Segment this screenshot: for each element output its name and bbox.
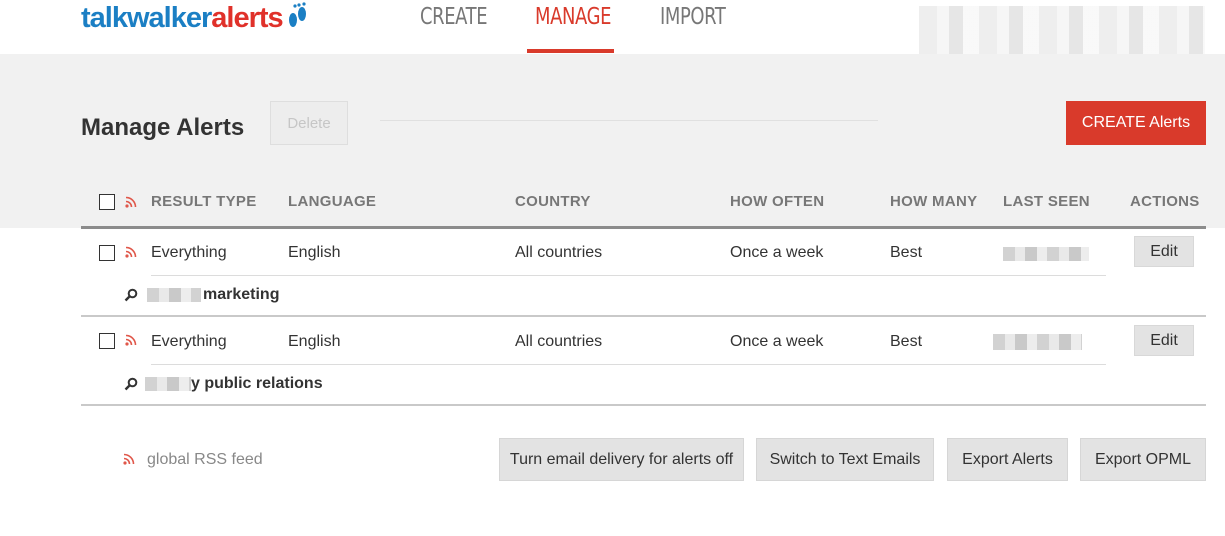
cell-how-often: Once a week	[730, 333, 824, 350]
turn-email-delivery-off-button[interactable]: Turn email delivery for alerts off	[499, 438, 744, 481]
page-title: Manage Alerts	[81, 114, 245, 141]
cell-how-many: Best	[890, 333, 923, 350]
redacted-keyword-prefix	[147, 288, 201, 302]
alert-keyword: marketing	[203, 286, 280, 303]
edit-button[interactable]: Edit	[1134, 236, 1194, 267]
export-opml-button[interactable]: Export OPML	[1080, 438, 1206, 481]
redacted-last-seen	[993, 334, 1082, 350]
delete-button[interactable]: Delete	[270, 101, 348, 145]
cell-result-type: Everything	[151, 333, 227, 350]
nav-tab-manage[interactable]: MANAGE	[535, 4, 611, 30]
cell-country: All countries	[515, 244, 603, 261]
redacted-account-area[interactable]	[919, 6, 1205, 58]
export-alerts-button[interactable]: Export Alerts	[947, 438, 1068, 481]
cell-how-many: Best	[890, 244, 923, 261]
footprint-icon	[288, 2, 306, 27]
column-header-actions: ACTIONS	[1130, 193, 1200, 210]
edit-button[interactable]: Edit	[1134, 325, 1194, 356]
column-header-country[interactable]: COUNTRY	[515, 193, 591, 210]
logo-text-alerts: alerts	[211, 2, 283, 34]
alert-keyword: y public relations	[191, 375, 323, 392]
row-checkbox[interactable]	[99, 333, 115, 349]
row-checkbox[interactable]	[99, 245, 115, 261]
nav-tab-create[interactable]: CREATE	[420, 4, 488, 30]
global-rss-feed-link[interactable]: global RSS feed	[147, 451, 263, 469]
row-divider	[151, 364, 1106, 365]
rss-icon[interactable]	[125, 246, 137, 258]
logo-text-talkwalker: talkwalker	[81, 2, 212, 34]
search-icon	[124, 377, 138, 391]
row-group-divider	[81, 315, 1206, 317]
column-header-how-many[interactable]: HOW MANY	[890, 193, 977, 210]
switch-to-text-emails-button[interactable]: Switch to Text Emails	[756, 438, 934, 481]
column-header-last-seen[interactable]: LAST SEEN	[1003, 193, 1090, 210]
cell-language: English	[288, 333, 341, 350]
redacted-last-seen	[1003, 247, 1089, 261]
column-header-how-often[interactable]: HOW OFTEN	[730, 193, 824, 210]
rss-icon[interactable]	[125, 334, 137, 346]
select-all-checkbox[interactable]	[99, 194, 115, 210]
cell-language: English	[288, 244, 341, 261]
search-icon	[124, 288, 138, 302]
cell-how-often: Once a week	[730, 244, 824, 261]
talkwalker-alerts-logo[interactable]: talkwalker alerts	[81, 2, 308, 42]
rss-icon[interactable]	[123, 453, 135, 465]
create-alerts-button[interactable]: CREATE Alerts	[1066, 101, 1206, 145]
redacted-keyword-prefix	[145, 377, 191, 391]
table-bottom-divider	[81, 404, 1206, 406]
table-header-divider	[81, 226, 1206, 229]
row-divider	[151, 275, 1106, 276]
title-divider	[380, 120, 878, 121]
active-tab-indicator	[527, 49, 614, 53]
nav-tab-import[interactable]: IMPORT	[660, 4, 726, 30]
rss-icon	[125, 196, 137, 208]
column-header-result-type[interactable]: RESULT TYPE	[151, 193, 257, 210]
top-header: talkwalker alerts CREATE MANAGE IMPORT	[0, 0, 1225, 58]
cell-country: All countries	[515, 333, 603, 350]
column-header-language[interactable]: LANGUAGE	[288, 193, 376, 210]
cell-result-type: Everything	[151, 244, 227, 261]
